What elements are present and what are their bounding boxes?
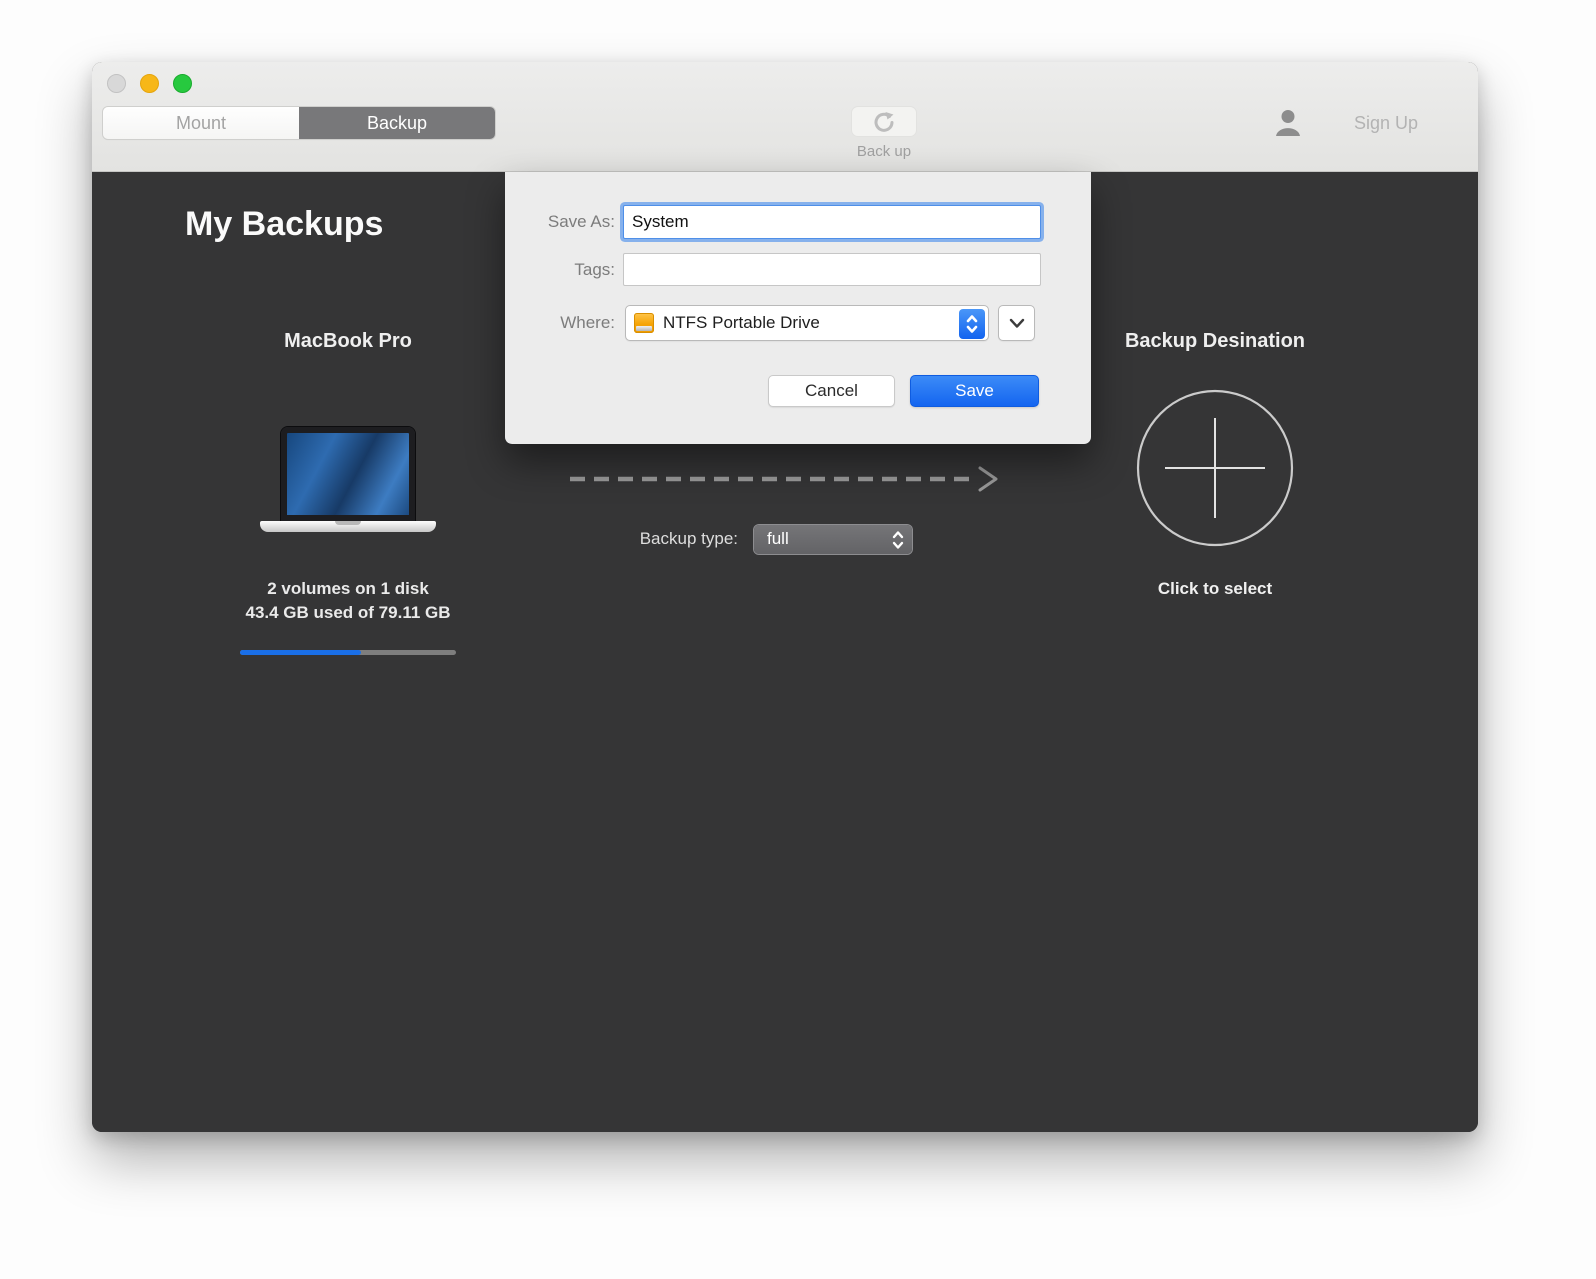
source-stats: 2 volumes on 1 disk 43.4 GB used of 79.1… — [188, 577, 508, 625]
flow-arrow — [566, 464, 1006, 499]
tab-mount[interactable]: Mount — [103, 107, 299, 139]
destination-select-target[interactable] — [1135, 388, 1295, 553]
destination-hint: Click to select — [1157, 579, 1273, 598]
window-controls — [107, 74, 192, 93]
chevron-down-icon — [1009, 318, 1024, 328]
macbook-screen — [281, 427, 415, 521]
dashed-arrow-icon — [570, 466, 998, 492]
source-name: MacBook Pro — [284, 330, 412, 352]
cancel-button[interactable]: Cancel — [768, 375, 895, 407]
backup-type-label: Backup type: — [639, 529, 738, 548]
window-minimize-button[interactable] — [140, 74, 159, 93]
macbook-base — [260, 521, 436, 532]
save-as-input[interactable] — [623, 205, 1041, 239]
backup-type-value: full — [767, 529, 789, 548]
sheet-buttons: Cancel Save — [505, 375, 1091, 407]
where-select[interactable]: NTFS Portable Drive — [625, 305, 989, 341]
tags-input[interactable] — [623, 253, 1041, 286]
tags-label: Tags: — [574, 259, 615, 279]
mode-segmented-control: Mount Backup — [103, 107, 495, 139]
backup-toolbar-item: Back up — [850, 106, 918, 160]
page-title: My Backups — [185, 205, 384, 243]
plus-in-circle-icon — [1136, 389, 1294, 547]
tags-row: Tags: — [505, 253, 1091, 286]
window-zoom-button[interactable] — [173, 74, 192, 93]
backup-action-label: Back up — [856, 143, 912, 160]
signup-label[interactable]: Sign Up — [1354, 113, 1418, 134]
save-as-label: Save As: — [547, 212, 615, 231]
circular-arrow-icon — [874, 111, 894, 132]
orange-drive-icon — [633, 312, 655, 334]
toolbar: Mount Backup Back up Sign Up — [92, 62, 1478, 172]
macbook-illustration — [252, 427, 444, 537]
save-as-row: Save As: — [505, 201, 1091, 243]
app-window: Mount Backup Back up Sign Up My Backups … — [92, 62, 1478, 1132]
backup-action-button[interactable] — [851, 106, 917, 137]
person-icon — [1275, 110, 1300, 136]
source-usage-line: 43.4 GB used of 79.11 GB — [245, 603, 451, 622]
where-row: Where: NTFS Portable Drive — [505, 305, 1091, 341]
signup-area[interactable]: Sign Up — [1274, 108, 1418, 138]
tab-backup[interactable]: Backup — [299, 107, 495, 139]
expand-dialog-button[interactable] — [998, 305, 1035, 341]
window-close-button[interactable] — [107, 74, 126, 93]
updown-chevrons-icon — [892, 530, 904, 549]
disk-usage-bar — [240, 650, 456, 655]
source-volumes-line: 2 volumes on 1 disk — [267, 579, 429, 598]
destination-title: Backup Desination — [1124, 330, 1306, 352]
where-label: Where: — [560, 313, 615, 332]
where-stepper-icon — [959, 309, 985, 339]
backup-type-select[interactable]: full — [754, 524, 912, 554]
disk-usage-fill — [240, 650, 361, 655]
backup-type-row: Backup type: full — [542, 524, 1012, 554]
where-value: NTFS Portable Drive — [663, 313, 820, 332]
save-button[interactable]: Save — [910, 375, 1039, 407]
save-dialog-sheet: Save As: Tags: Where: NTFS Portable Driv… — [505, 172, 1091, 444]
